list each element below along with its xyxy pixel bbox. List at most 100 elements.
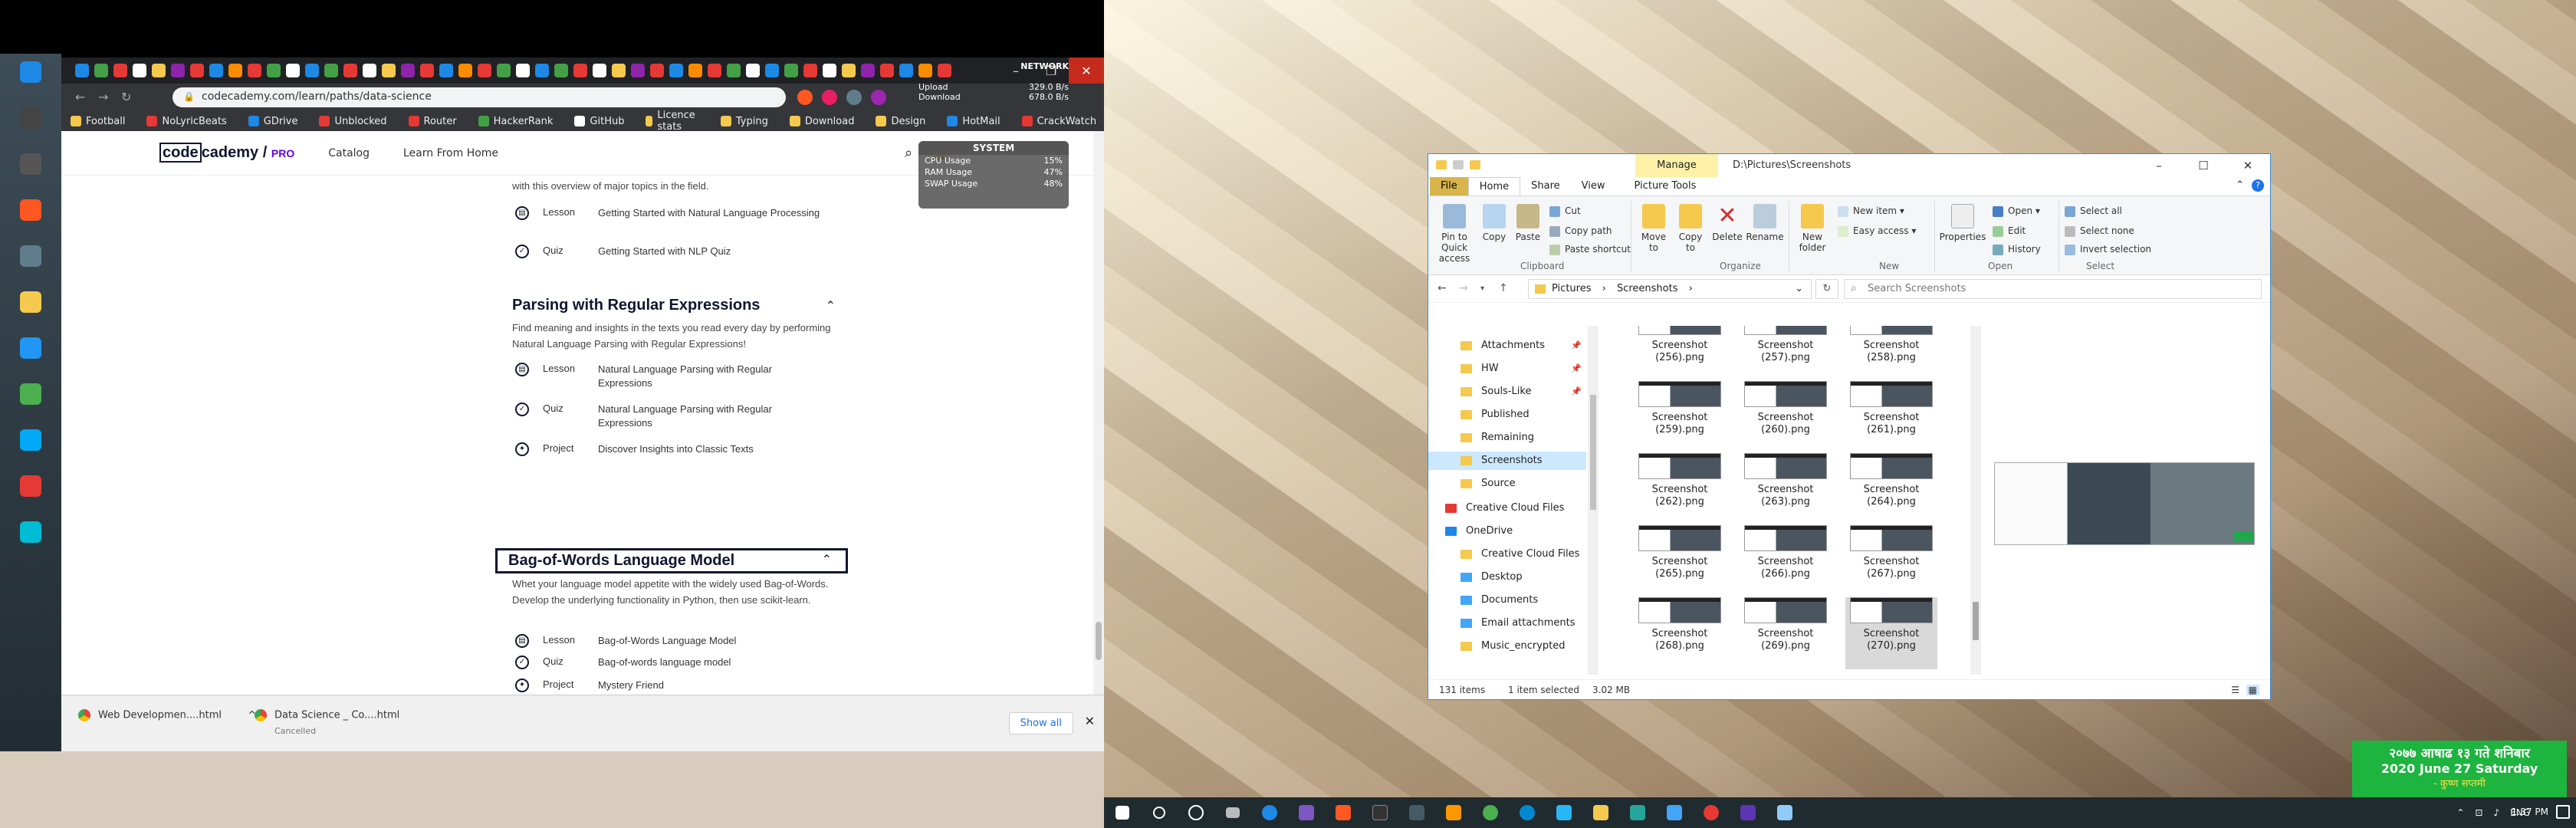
file-explorer-icon[interactable] xyxy=(1582,797,1619,828)
bookmark-item[interactable]: Download xyxy=(789,116,854,127)
reload-icon[interactable]: ↻ xyxy=(121,90,131,104)
bookmark-item[interactable]: HackerRank xyxy=(478,116,553,127)
pin-button[interactable]: Pin to Quick access xyxy=(1433,204,1476,264)
list-item[interactable]: ✦ Project Mystery Friend xyxy=(512,677,834,695)
app-icon[interactable] xyxy=(1288,797,1325,828)
search-icon[interactable] xyxy=(20,107,41,129)
app-icon[interactable] xyxy=(1398,797,1435,828)
browser-tab[interactable] xyxy=(535,64,549,77)
files-scrollbar[interactable] xyxy=(1970,326,1981,675)
address-bar[interactable]: 🔒 codecademy.com/learn/paths/data-scienc… xyxy=(172,87,786,107)
invert-selection-button[interactable]: Invert selection xyxy=(2065,244,2151,255)
app-icon[interactable] xyxy=(1546,797,1582,828)
brave-shield-icon[interactable] xyxy=(797,90,813,105)
breadcrumb-pictures[interactable]: Pictures xyxy=(1552,283,1591,294)
browser-tab[interactable] xyxy=(708,64,721,77)
bookmark-item[interactable]: GDrive xyxy=(248,116,297,127)
brave-icon[interactable] xyxy=(1325,797,1362,828)
search-icon[interactable] xyxy=(1141,797,1178,828)
browser-tab[interactable] xyxy=(458,64,472,77)
delete-button[interactable]: ✕ Delete xyxy=(1710,204,1744,243)
download-item[interactable]: Data Science _ Co....html Cancelled xyxy=(255,709,399,736)
file-item[interactable]: Screenshot (256).png xyxy=(1634,326,1726,381)
cortana-icon[interactable] xyxy=(1178,797,1214,828)
section-title[interactable]: Bag-of-Words Language Model ⌃ xyxy=(495,548,848,573)
details-view-icon[interactable]: ☰ xyxy=(2231,685,2239,695)
browser-tab[interactable] xyxy=(573,64,587,77)
paste-shortcut-button[interactable]: Paste shortcut xyxy=(1549,244,1631,255)
codecademy-logo[interactable]: code cademy / PRO xyxy=(159,143,294,163)
nav-item[interactable]: Screenshots xyxy=(1428,452,1586,470)
chevron-up-icon[interactable]: ⌃ xyxy=(826,298,836,314)
windows-start-icon[interactable] xyxy=(1104,797,1141,828)
nav-item[interactable]: Souls-Like 📌 xyxy=(1428,383,1586,401)
recent-dropdown-icon[interactable]: ▾ xyxy=(1480,284,1484,293)
cortana-icon[interactable] xyxy=(20,153,41,175)
browser-tab[interactable] xyxy=(420,64,434,77)
browser-tab[interactable] xyxy=(113,64,127,77)
browser-tab[interactable] xyxy=(324,64,338,77)
browser-tab[interactable] xyxy=(286,64,300,77)
edit-button[interactable]: Edit xyxy=(1993,225,2026,237)
nav-item[interactable]: Desktop xyxy=(1428,568,1586,586)
manage-tab[interactable]: Manage xyxy=(1635,154,1718,177)
address-box[interactable]: Pictures › Screenshots › ⌄ xyxy=(1528,279,1812,299)
browser-tab[interactable] xyxy=(688,64,702,77)
list-item[interactable]: ▤ Lesson Bag-of-Words Language Model xyxy=(512,632,834,656)
extension-icon[interactable] xyxy=(846,90,862,105)
scroll-thumb[interactable] xyxy=(1096,622,1102,660)
app-icon[interactable] xyxy=(1619,797,1656,828)
file-item[interactable]: Screenshot (264).png xyxy=(1845,453,1937,525)
browser-tab[interactable] xyxy=(478,64,491,77)
browser-tab[interactable] xyxy=(152,64,166,77)
browser-tab[interactable] xyxy=(439,64,453,77)
browser-tab[interactable] xyxy=(650,64,664,77)
file-item[interactable]: Screenshot (257).png xyxy=(1740,326,1832,381)
copy-button[interactable]: Copy xyxy=(1479,204,1510,242)
download-item[interactable]: Web Developmen....html ^ xyxy=(78,709,256,721)
edge-icon[interactable] xyxy=(1509,797,1546,828)
forward-icon[interactable]: → xyxy=(1459,282,1468,294)
bookmark-item[interactable]: Unblocked xyxy=(319,116,387,127)
close-icon[interactable]: ✕ xyxy=(1085,714,1095,728)
app-icon[interactable] xyxy=(20,521,41,543)
browser-tab[interactable] xyxy=(401,64,415,77)
browser-tab[interactable] xyxy=(669,64,683,77)
browser-tab[interactable] xyxy=(171,64,185,77)
chevron-down-icon[interactable]: ⌄ xyxy=(1795,283,1803,294)
list-item[interactable]: ▤ Lesson Getting Started with Natural La… xyxy=(512,205,834,228)
browser-tab[interactable] xyxy=(880,64,894,77)
tab-file[interactable]: File xyxy=(1430,177,1468,196)
search-input[interactable]: ⌕ Search Screenshots xyxy=(1844,279,2262,299)
select-all-button[interactable]: Select all xyxy=(2065,205,2122,217)
chevron-up-icon[interactable]: ⌃ xyxy=(2456,807,2464,818)
tab-home[interactable]: Home xyxy=(1467,177,1521,196)
section-title[interactable]: Parsing with Regular Expressions ⌃ xyxy=(512,297,849,314)
app-icon[interactable] xyxy=(1693,797,1730,828)
nav-item[interactable]: Creative Cloud Files xyxy=(1428,499,1586,518)
nav-item[interactable]: Source xyxy=(1428,475,1586,493)
list-item[interactable]: ✦ Project Discover Insights into Classic… xyxy=(512,441,834,464)
bookmark-item[interactable]: Router xyxy=(408,116,457,127)
folder-icon[interactable] xyxy=(20,291,41,313)
up-icon[interactable]: ↑ xyxy=(1499,282,1508,294)
messenger-icon[interactable] xyxy=(1251,797,1288,828)
file-item[interactable]: Screenshot (270).png xyxy=(1845,597,1937,669)
nav-scrollbar[interactable] xyxy=(1588,326,1598,675)
network-icon[interactable]: ⊡ xyxy=(2475,807,2482,818)
file-item[interactable]: Screenshot (267).png xyxy=(1845,525,1937,597)
browser-tab[interactable] xyxy=(343,64,357,77)
copy-to-button[interactable]: Copy to xyxy=(1674,204,1707,253)
tab-picture-tools[interactable]: Picture Tools xyxy=(1624,177,1707,196)
browser-tab[interactable] xyxy=(209,64,223,77)
browser-tab[interactable] xyxy=(248,64,261,77)
nav-item[interactable]: Attachments 📌 xyxy=(1428,337,1586,355)
browser-tab[interactable] xyxy=(363,64,376,77)
close-button[interactable]: ✕ xyxy=(2226,154,2270,177)
browser-tab[interactable] xyxy=(631,64,645,77)
file-item[interactable]: Screenshot (263).png xyxy=(1740,453,1832,525)
back-icon[interactable]: ← xyxy=(75,90,85,104)
nav-item[interactable]: HW 📌 xyxy=(1428,360,1586,378)
app-icon[interactable] xyxy=(1656,797,1693,828)
show-all-button[interactable]: Show all xyxy=(1008,712,1073,734)
